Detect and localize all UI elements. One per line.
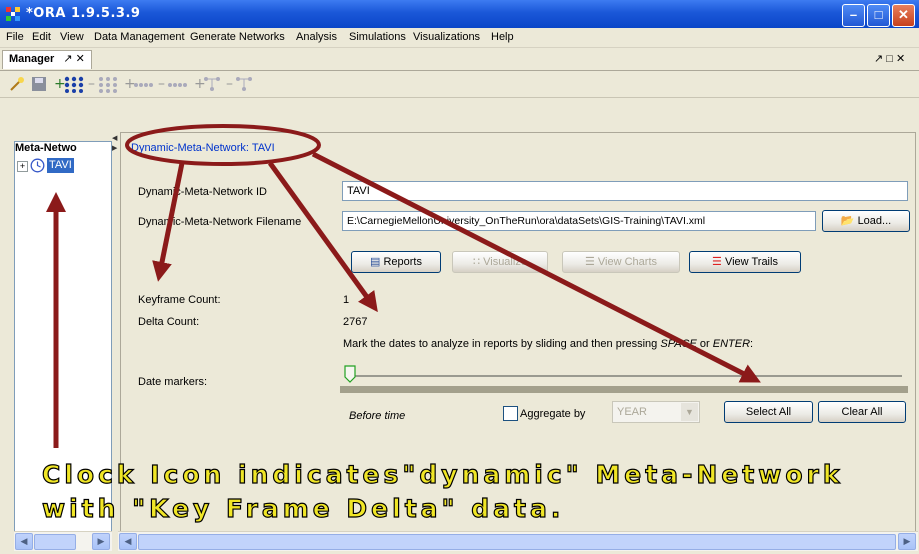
annotation-line-1: Clock Icon indicates"dynamic" Meta-Netwo…	[41, 459, 844, 489]
arrow-to-select-all	[311, 151, 761, 383]
annotation-line-2: with "Key Frame Delta" data.	[41, 493, 565, 523]
arrow-to-delta	[267, 161, 378, 313]
highlight-ellipse	[125, 124, 321, 166]
arrow-to-keyframe	[152, 162, 185, 282]
